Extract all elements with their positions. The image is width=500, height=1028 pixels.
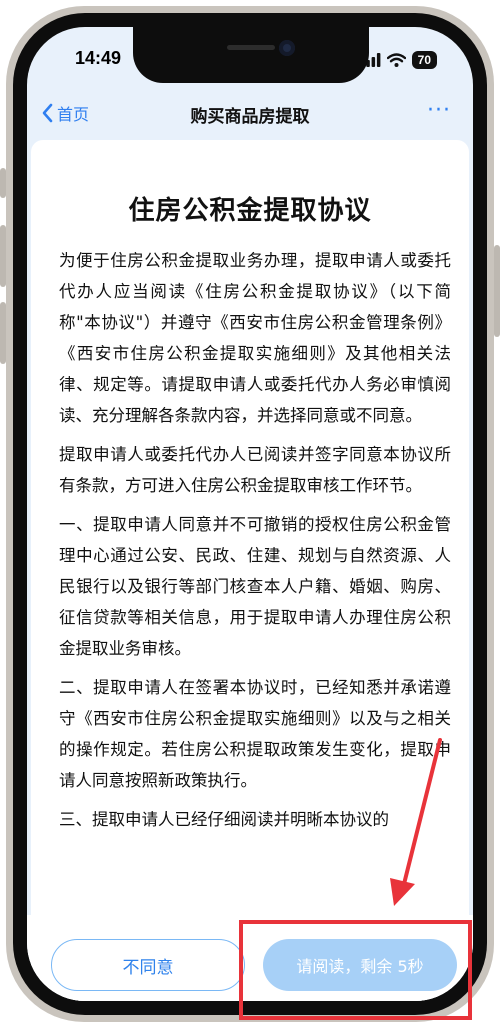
agreement-paragraph: 为便于住房公积金提取业务办理，提取申请人或委托代办人应当阅读《住房公积金提取协议… xyxy=(59,251,451,425)
screen: 14:49 70 首页 购买商品房提取 ··· 住房公积金提取协议 为便于住房公… xyxy=(27,27,473,1001)
status-time: 14:49 xyxy=(75,48,122,68)
disagree-button[interactable]: 不同意 xyxy=(51,939,245,991)
wifi-icon xyxy=(386,53,406,67)
agreement-body: 为便于住房公积金提取业务办理，提取申请人或委托代办人应当阅读《住房公积金提取协议… xyxy=(59,245,451,843)
dynamic-island xyxy=(133,27,369,83)
side-button-left xyxy=(0,168,6,198)
status-icons: 70 xyxy=(360,51,437,69)
side-button-left xyxy=(0,302,6,364)
nav-bar: 首页 购买商品房提取 ··· xyxy=(27,93,473,137)
agreement-paragraph: 二、提取申请人在签署本协议时，已经知悉并承诺遵守《西安市住房公积金提取实施细则》… xyxy=(59,678,451,790)
battery-icon: 70 xyxy=(411,51,437,69)
agreement-card: 住房公积金提取协议 为便于住房公积金提取业务办理，提取申请人或委托代办人应当阅读… xyxy=(31,140,469,1001)
side-button-left xyxy=(0,225,6,287)
agreement-paragraph: 提取申请人或委托代办人已阅读并签字同意本协议所有条款，方可进入住房公积金提取审核… xyxy=(59,445,451,495)
more-menu-button[interactable]: ··· xyxy=(427,98,451,123)
agreement-paragraph: 一、提取申请人同意并不可撤销的授权住房公积金管理中心通过公安、民政、住建、规划与… xyxy=(59,515,451,658)
side-button-right xyxy=(494,245,500,337)
camera xyxy=(279,40,295,56)
agreement-paragraph: 三、提取申请人已经仔细阅读并明晰本协议的 xyxy=(59,810,389,829)
page-title: 购买商品房提取 xyxy=(190,107,310,127)
agreement-title: 住房公积金提取协议 xyxy=(128,196,372,226)
speaker xyxy=(227,45,275,50)
annotation-highlight-box xyxy=(239,920,472,1020)
